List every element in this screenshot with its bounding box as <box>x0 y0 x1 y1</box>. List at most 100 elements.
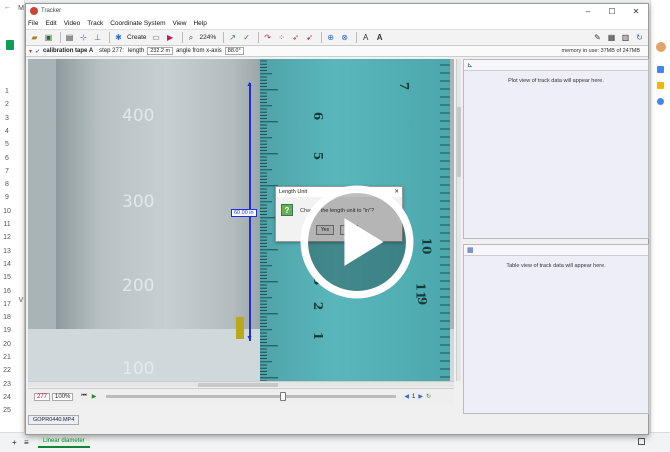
path-icon[interactable]: ↷ <box>262 32 273 43</box>
row-number[interactable]: 9 <box>0 194 14 201</box>
video-file-tab[interactable]: GOPR0440.MP4 <box>28 415 80 425</box>
step-back-icon[interactable]: ◀ <box>404 393 409 400</box>
zoom-level[interactable]: 224% <box>200 34 217 41</box>
maximize-icon[interactable]: ☐ <box>600 7 624 16</box>
frame-slider[interactable] <box>106 392 397 401</box>
refresh-icon[interactable]: ↻ <box>634 32 645 43</box>
sheet-list-icon[interactable]: ≡ <box>24 438 29 447</box>
minimize-icon[interactable]: – <box>576 7 600 16</box>
menu-item[interactable]: View <box>173 20 187 27</box>
row-number[interactable]: 4 <box>0 128 14 135</box>
player-zoom[interactable]: 100% <box>52 392 74 401</box>
notes-icon[interactable]: ▶ <box>165 32 176 43</box>
row-number[interactable]: 21 <box>0 354 14 361</box>
acceleration-icon[interactable]: ➹ <box>304 32 315 43</box>
back-icon[interactable]: ← <box>4 4 11 11</box>
row-number[interactable]: 8 <box>0 181 14 188</box>
create-icon[interactable]: ✱ <box>113 32 124 43</box>
font-larger-icon[interactable]: A <box>374 32 385 43</box>
table-icon[interactable]: ▦ <box>467 246 474 254</box>
tape-end-bottom[interactable]: ▼ <box>246 335 253 342</box>
axes-icon[interactable]: ⊹ <box>78 32 89 43</box>
step-size[interactable]: 1 <box>412 394 415 400</box>
menu-item[interactable]: Help <box>193 20 206 27</box>
info-icon[interactable]: ▥ <box>620 32 631 43</box>
row-number[interactable]: 15 <box>0 274 14 281</box>
question-icon: ? <box>281 204 293 216</box>
row-number[interactable]: 11 <box>0 221 14 228</box>
sheet-tab-bar: + ≡ Linear diameter <box>0 432 670 452</box>
track-name[interactable]: calibration tape A <box>43 48 93 54</box>
row-number[interactable]: 13 <box>0 248 14 255</box>
menu-item[interactable]: Track <box>87 20 103 27</box>
video-clip-icon[interactable]: ▤ <box>64 32 75 43</box>
slider-thumb[interactable] <box>280 392 287 401</box>
memory-status: memory in use: 37MB of 247MB <box>561 48 640 54</box>
row-number[interactable]: 23 <box>0 381 14 388</box>
avatar[interactable] <box>656 42 666 52</box>
video-vertical-scrollbar[interactable] <box>456 59 461 381</box>
window-title: Tracker <box>41 8 62 14</box>
row-number[interactable]: 22 <box>0 367 14 374</box>
row-number[interactable]: 5 <box>0 141 14 148</box>
add-sheet-icon[interactable]: + <box>12 438 17 447</box>
clipboard-icon[interactable]: ▦ <box>606 32 617 43</box>
xmass-icon[interactable]: ⊗ <box>339 32 350 43</box>
row-number[interactable]: 3 <box>0 115 14 122</box>
track-control-icon[interactable]: ▭ <box>151 32 162 43</box>
sheets-app-icon[interactable] <box>6 40 14 50</box>
row-number[interactable]: 18 <box>0 314 14 321</box>
zoom-icon[interactable]: ⌕ <box>186 32 197 43</box>
menu-item[interactable]: File <box>28 20 38 27</box>
row-number[interactable]: 1 <box>0 88 14 95</box>
track-dropdown-icon[interactable]: ▾ <box>29 48 32 55</box>
open-folder-icon[interactable]: ▰ <box>29 32 40 43</box>
video-play-overlay-icon[interactable] <box>298 183 416 301</box>
reset-icon[interactable]: ⏮ <box>81 393 86 400</box>
keep-icon[interactable] <box>657 82 664 89</box>
row-number[interactable]: 7 <box>0 168 14 175</box>
row-number[interactable]: 16 <box>0 288 14 295</box>
create-button[interactable]: Create <box>127 34 147 41</box>
row-number[interactable]: 20 <box>0 341 14 348</box>
save-icon[interactable]: ▣ <box>43 32 54 43</box>
side-panel <box>650 0 670 452</box>
frame-number[interactable]: 277 <box>34 392 51 401</box>
menu-bar: File Edit Video Track Coordinate System View H… <box>26 18 648 29</box>
menu-item[interactable]: Video <box>64 20 81 27</box>
plot-icon[interactable]: ⊾ <box>467 61 473 69</box>
step-forward-icon[interactable]: ▶ <box>418 393 423 400</box>
row-number[interactable]: 19 <box>0 327 14 334</box>
tape-length-label[interactable]: 60.00 in <box>231 209 257 217</box>
row-number[interactable]: 2 <box>0 101 14 108</box>
row-number[interactable]: 25 <box>0 407 14 414</box>
menu-item[interactable]: Edit <box>45 20 56 27</box>
trail-icon[interactable]: ↗ <box>227 32 238 43</box>
vector-sum-icon[interactable]: ⊕ <box>325 32 336 43</box>
row-number[interactable]: 17 <box>0 301 14 308</box>
video-horizontal-scrollbar[interactable] <box>28 381 454 387</box>
pencil-icon[interactable]: ✎ <box>592 32 603 43</box>
length-field[interactable]: 232.2 m <box>147 47 174 55</box>
play-icon[interactable]: ▶ <box>92 393 97 400</box>
calibration-icon[interactable]: ⊥ <box>92 32 103 43</box>
calendar-icon[interactable] <box>657 66 664 73</box>
menu-item[interactable]: Coordinate System <box>110 20 165 27</box>
table-panel: ▦ Table view of track data will appear h… <box>463 244 649 414</box>
tape-end-top[interactable]: ▲ <box>246 81 253 88</box>
row-number[interactable]: 24 <box>0 394 14 401</box>
sheet-tab[interactable]: Linear diameter <box>38 436 90 448</box>
labels-icon[interactable]: ✓ <box>241 32 252 43</box>
close-icon[interactable]: ✕ <box>624 7 648 16</box>
row-number[interactable]: 12 <box>0 234 14 241</box>
row-number[interactable]: 14 <box>0 261 14 268</box>
explore-icon[interactable] <box>638 438 645 445</box>
velocity-icon[interactable]: ➶ <box>290 32 301 43</box>
loop-icon[interactable]: ↻ <box>426 393 431 400</box>
tasks-icon[interactable] <box>657 98 664 105</box>
font-smaller-icon[interactable]: A <box>360 32 371 43</box>
angle-field[interactable]: 88.0° <box>224 47 244 55</box>
row-number[interactable]: 6 <box>0 155 14 162</box>
row-number[interactable]: 10 <box>0 208 14 215</box>
points-icon[interactable]: ⁘ <box>276 32 287 43</box>
